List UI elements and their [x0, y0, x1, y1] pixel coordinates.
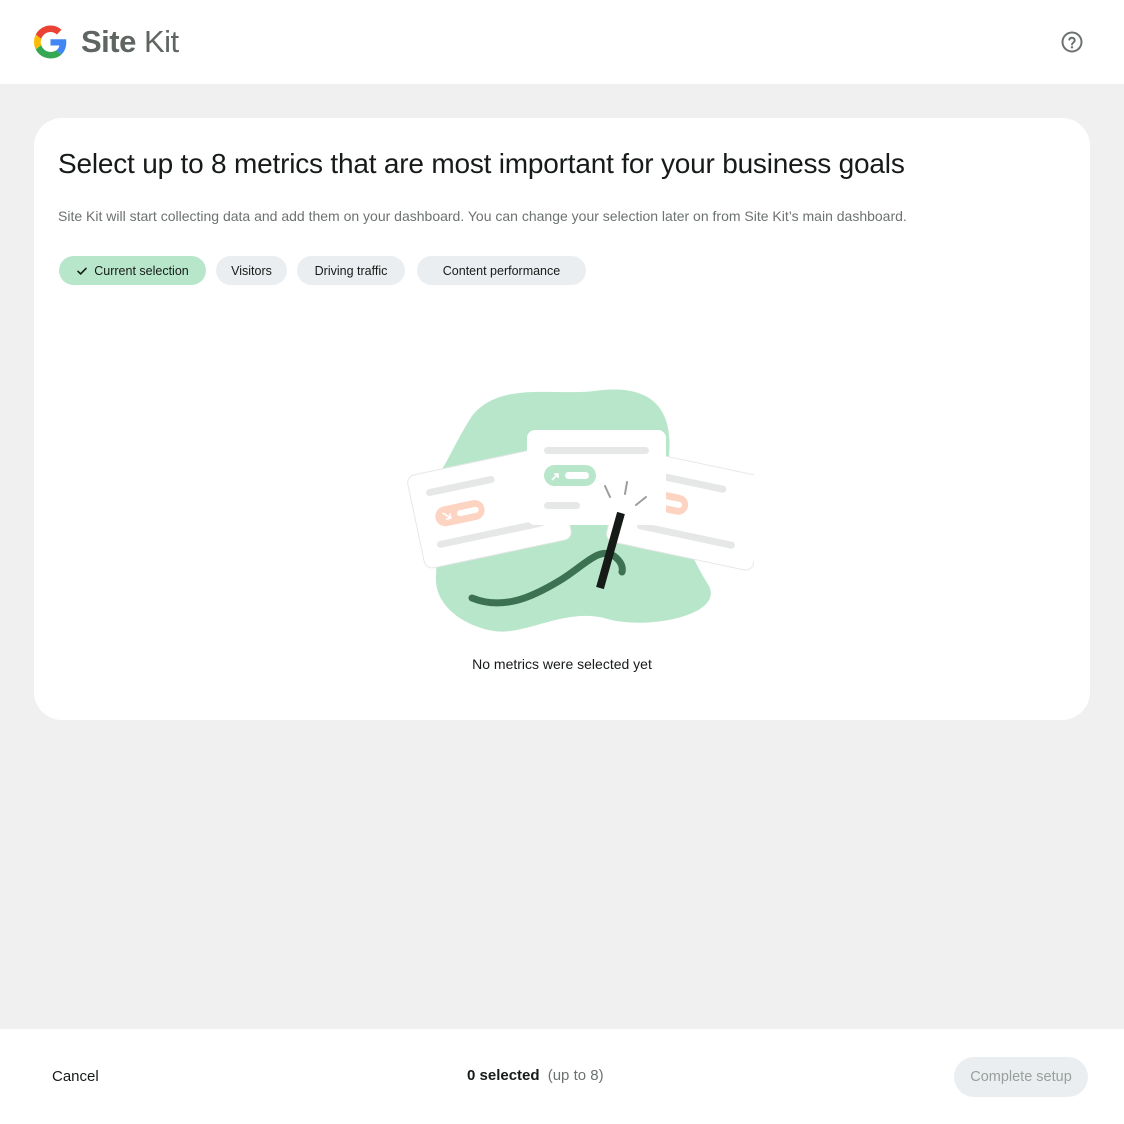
selection-counter: 0 selected (up to 8) — [467, 1067, 604, 1084]
logo-text: Site Kit — [81, 24, 179, 60]
illustration-card-center — [527, 430, 666, 525]
site-kit-logo: Site Kit — [34, 24, 179, 60]
selected-limit: (up to 8) — [547, 1067, 604, 1084]
empty-state-text: No metrics were selected yet — [472, 656, 652, 672]
help-circle-icon — [1061, 31, 1083, 53]
empty-state-illustration — [407, 389, 754, 632]
chip-driving-traffic[interactable]: Driving traffic — [297, 256, 405, 285]
chip-visitors[interactable]: Visitors — [216, 256, 287, 285]
google-g-icon — [34, 25, 67, 59]
chip-label: Driving traffic — [314, 263, 388, 278]
logo-word-kit: Kit — [143, 24, 179, 59]
logo-word-site: Site — [81, 24, 136, 59]
header: Site Kit — [0, 0, 1124, 84]
chip-content-performance[interactable]: Content performance — [417, 256, 586, 285]
complete-setup-button[interactable]: Complete setup — [954, 1057, 1088, 1097]
chip-current-selection[interactable]: Current selection — [59, 256, 206, 285]
chip-label: Content performance — [442, 263, 561, 278]
footer-bar: Cancel 0 selected (up to 8) Complete set… — [0, 1029, 1124, 1124]
check-icon — [76, 265, 88, 277]
help-button[interactable] — [1058, 28, 1086, 56]
chip-label: Current selection — [94, 263, 189, 278]
cancel-button[interactable]: Cancel — [52, 1068, 99, 1085]
metrics-selection-panel: Select up to 8 metrics that are most imp… — [34, 118, 1090, 720]
chip-label: Visitors — [231, 263, 272, 278]
selected-count: 0 selected — [467, 1067, 540, 1084]
page-title: Select up to 8 metrics that are most imp… — [58, 148, 905, 179]
page-subtitle: Site Kit will start collecting data and … — [58, 208, 907, 224]
